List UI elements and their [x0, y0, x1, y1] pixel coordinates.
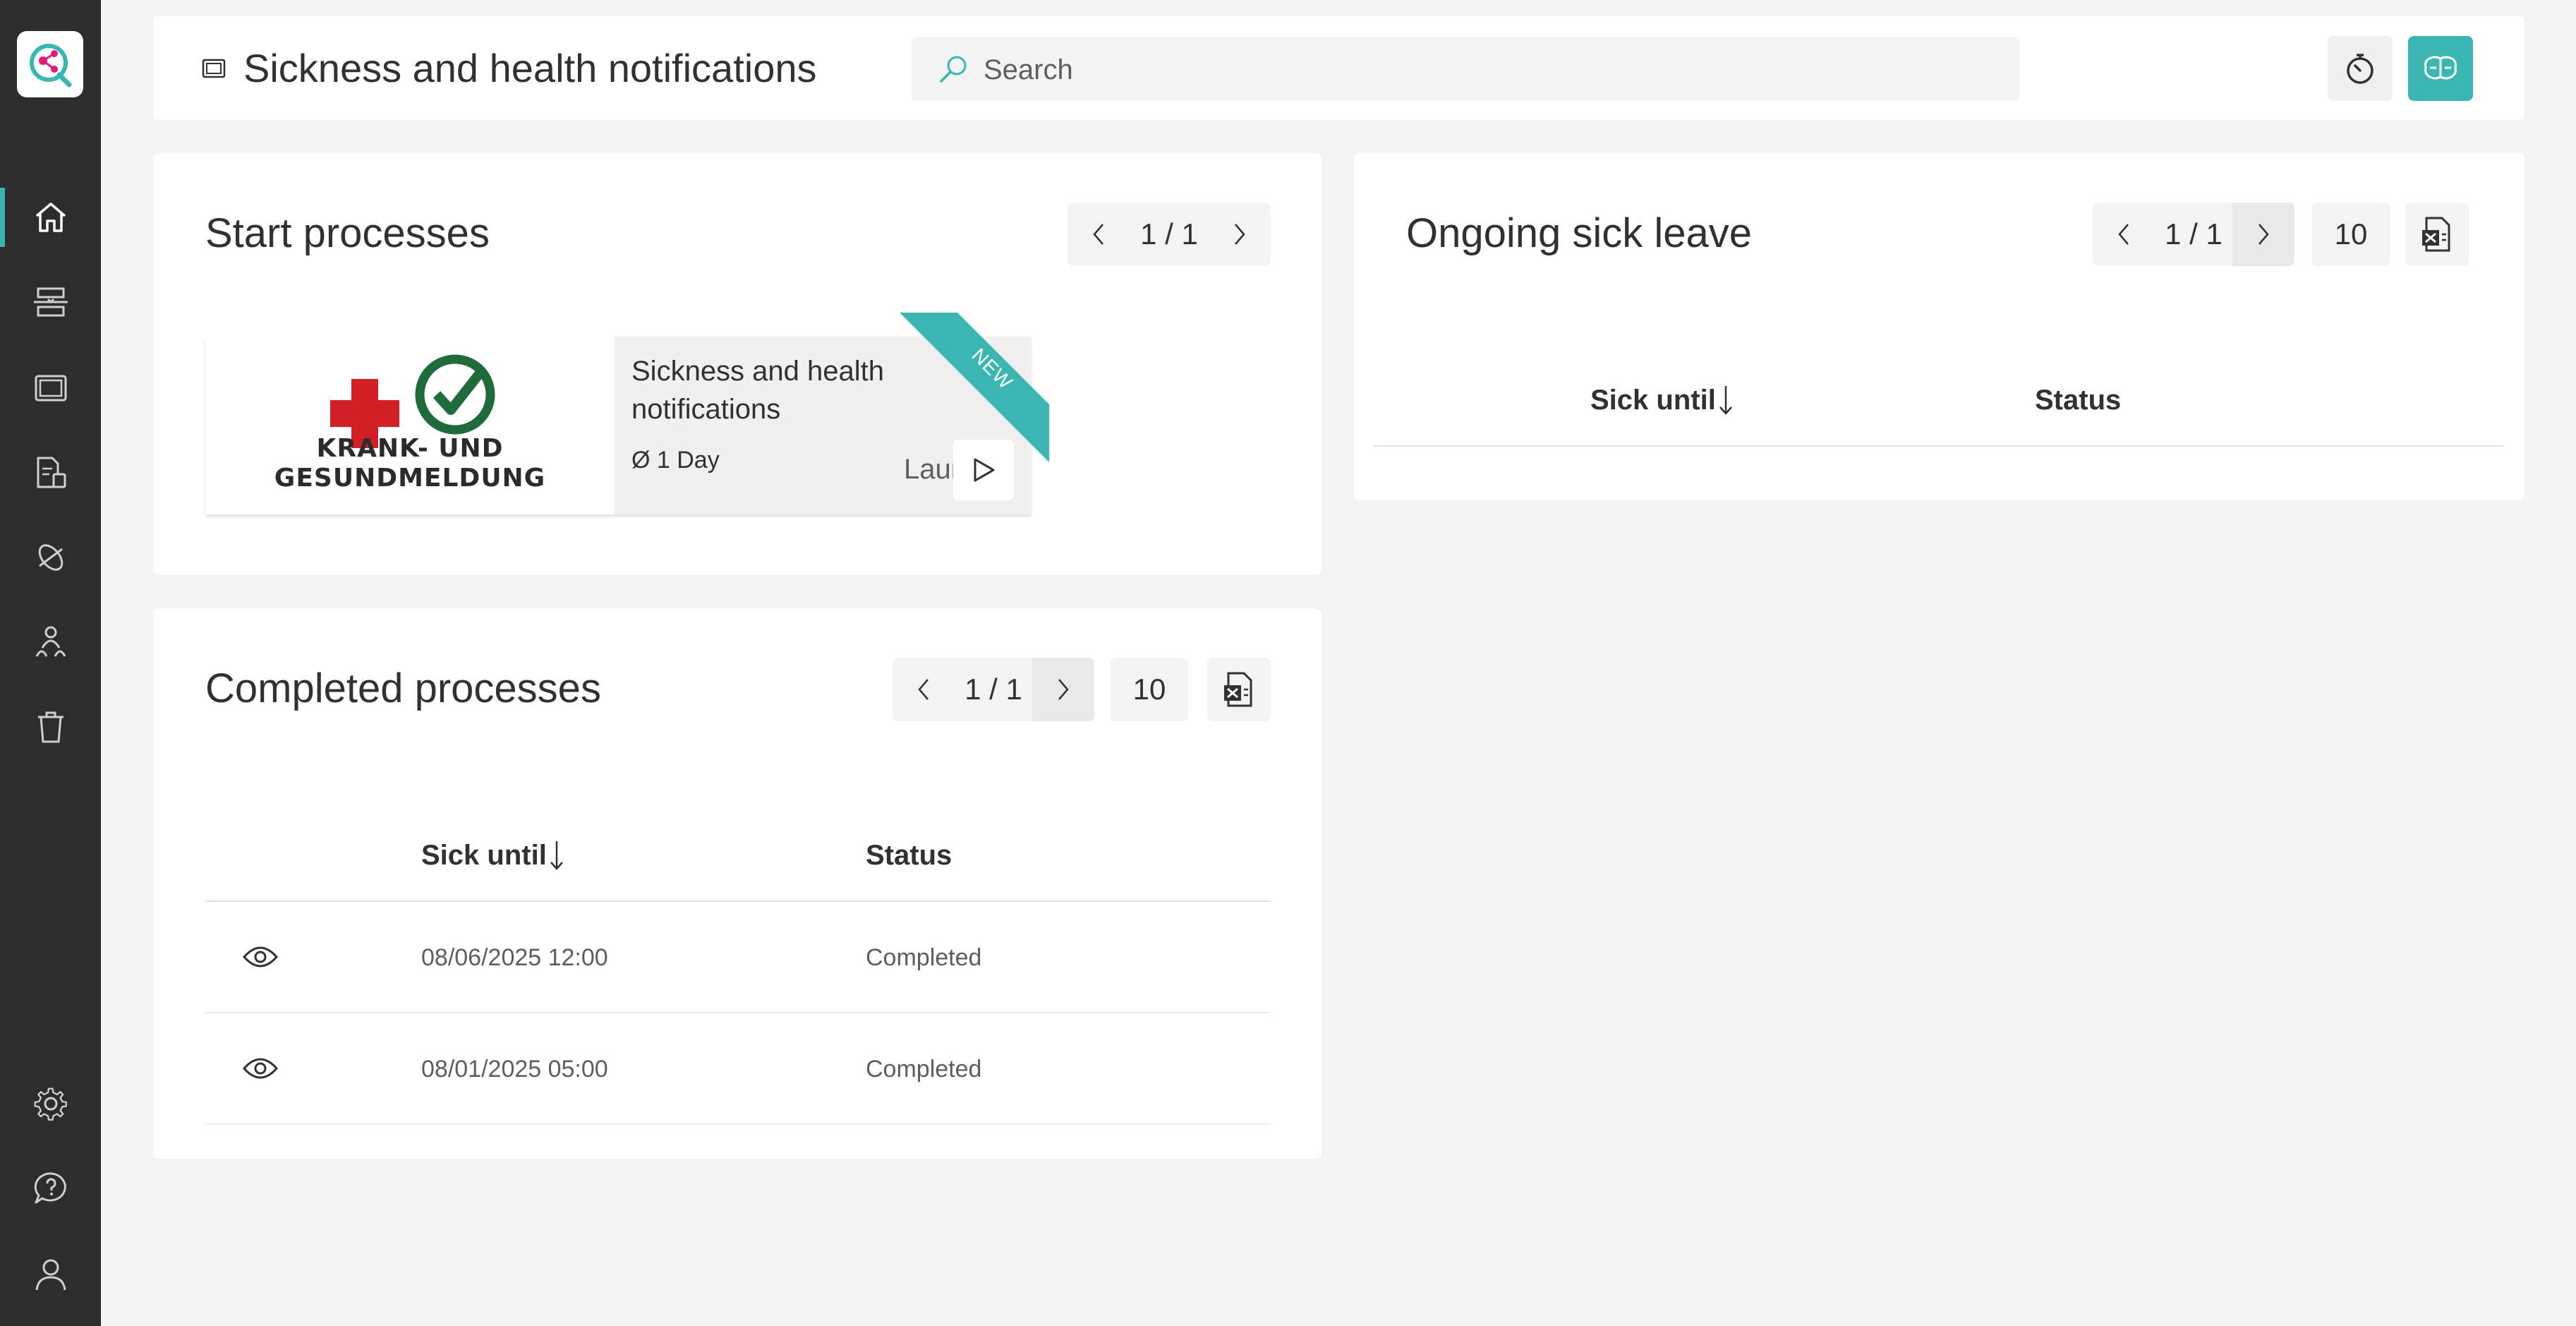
export-excel-button[interactable] — [2405, 203, 2469, 266]
row-date: 08/01/2025 05:00 — [421, 1056, 608, 1083]
page-size-selector[interactable]: 10 — [2312, 203, 2390, 266]
page-indicator: 1 / 1 — [2165, 217, 2223, 251]
nav-help[interactable] — [0, 1153, 101, 1224]
chevron-left-icon — [2118, 224, 2129, 245]
processes-icon — [33, 287, 68, 317]
excel-export-icon — [2422, 217, 2450, 252]
stopwatch-icon — [2347, 54, 2374, 84]
start-processes-pager: 1 / 1 — [1068, 203, 1271, 266]
chevron-right-icon — [1235, 224, 1245, 245]
timer-button[interactable] — [2328, 36, 2393, 101]
prev-page-button[interactable] — [1068, 203, 1130, 266]
nav-trash[interactable] — [0, 692, 101, 762]
completed-processes-title: Completed processes — [205, 665, 601, 711]
table-header-divider — [205, 900, 1271, 902]
process-duration: Ø 1 Day — [631, 447, 720, 474]
nav-windows[interactable] — [0, 353, 101, 423]
window-icon — [35, 375, 66, 402]
chevron-right-icon — [2258, 224, 2269, 245]
row-date: 08/06/2025 12:00 — [421, 944, 608, 971]
page-indicator: 1 / 1 — [1140, 217, 1198, 251]
logo-icon — [30, 44, 72, 88]
row-divider — [205, 1123, 1271, 1125]
sort-down-icon[interactable] — [1717, 383, 1734, 417]
trash-icon — [37, 711, 64, 743]
eye-icon[interactable] — [242, 943, 279, 971]
home-icon — [35, 203, 66, 232]
nav-profile[interactable] — [0, 1239, 101, 1310]
completed-pager: 1 / 1 — [893, 658, 1094, 721]
start-processes-title: Start processes — [205, 210, 490, 256]
user-icon — [35, 1259, 66, 1291]
page-indicator: 1 / 1 — [965, 673, 1022, 706]
nav-documents[interactable] — [0, 438, 101, 508]
nav-settings[interactable] — [0, 1068, 101, 1139]
image-caption-line1: KRANK- UND — [316, 434, 504, 463]
image-caption-line2: GESUNDMELDUNG — [274, 464, 546, 493]
eye-icon[interactable] — [242, 1054, 279, 1083]
page-size-selector[interactable]: 10 — [1111, 658, 1188, 721]
nav-tags[interactable] — [0, 522, 101, 593]
app-logo[interactable] — [17, 31, 83, 97]
search-box[interactable] — [912, 37, 2019, 102]
row-status: Completed — [866, 1056, 982, 1083]
column-header-sick-until[interactable]: Sick until — [421, 840, 547, 872]
chevron-right-icon — [1058, 679, 1069, 700]
chevron-left-icon — [918, 679, 929, 700]
column-header-status[interactable]: Status — [2035, 385, 2121, 416]
process-name: Sickness and health notifications — [631, 356, 885, 425]
tag-icon — [38, 544, 63, 571]
ai-brain-icon — [2424, 56, 2457, 80]
next-page-button[interactable] — [2232, 203, 2294, 266]
nav-home[interactable] — [0, 182, 101, 253]
completed-processes-card: Completed processes 1 / 1 10 Sick until … — [153, 608, 1322, 1159]
org-icon — [35, 626, 66, 657]
prev-page-button[interactable] — [2093, 203, 2155, 266]
help-chat-icon — [34, 1172, 66, 1204]
next-page-button[interactable] — [1209, 203, 1271, 266]
sidebar — [0, 0, 101, 1326]
ai-assistant-button[interactable] — [2408, 36, 2473, 101]
prev-page-button[interactable] — [893, 658, 955, 721]
ongoing-pager: 1 / 1 — [2093, 203, 2294, 266]
ongoing-sick-leave-card: Ongoing sick leave 1 / 1 10 Sick until S… — [1354, 153, 2524, 500]
nav-organization[interactable] — [0, 607, 101, 677]
next-page-button[interactable] — [1032, 658, 1094, 721]
excel-export-icon — [1224, 672, 1252, 707]
column-header-sick-until[interactable]: Sick until — [1590, 385, 1716, 416]
row-divider — [205, 1012, 1271, 1013]
process-image: KRANK- UND GESUNDMELDUNG — [205, 337, 615, 514]
search-input[interactable] — [982, 37, 2001, 102]
search-icon — [937, 53, 969, 85]
nav-processes[interactable] — [0, 267, 101, 337]
window-icon — [201, 56, 226, 81]
column-header-status[interactable]: Status — [866, 840, 952, 872]
top-header: Sickness and health notifications — [153, 16, 2524, 120]
export-excel-button[interactable] — [1207, 658, 1271, 721]
gear-icon — [34, 1087, 67, 1121]
start-processes-card: Start processes 1 / 1 KRANK- UND GESUNDM… — [153, 153, 1322, 575]
documents-icon — [37, 457, 66, 488]
sort-down-icon[interactable] — [548, 838, 565, 872]
page-title: Sickness and health notifications — [243, 46, 817, 90]
ongoing-sick-leave-title: Ongoing sick leave — [1406, 210, 1753, 256]
chevron-left-icon — [1093, 224, 1103, 245]
table-header-divider — [1374, 445, 2504, 447]
new-ribbon — [900, 313, 1049, 462]
row-status: Completed — [866, 944, 982, 971]
